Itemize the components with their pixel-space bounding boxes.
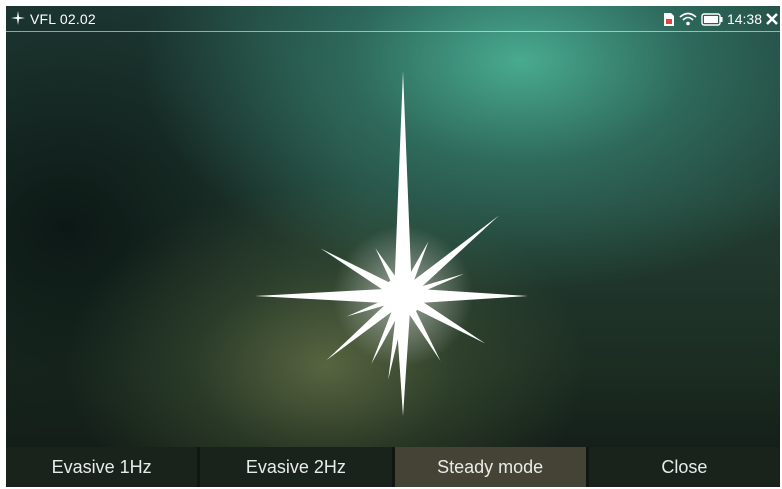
- mode-button-bar: Evasive 1Hz Evasive 2Hz Steady mode Clos…: [6, 447, 780, 487]
- app-window: VFL 02.02 14:38 Evasive 1Hz Evasive 2Hz …: [6, 6, 780, 487]
- laser-flare: [255, 71, 528, 416]
- steady-mode-button[interactable]: Steady mode: [394, 447, 586, 487]
- flare-ray: [394, 71, 412, 296]
- evasive-2hz-button[interactable]: Evasive 2Hz: [200, 447, 392, 487]
- evasive-1hz-button[interactable]: Evasive 1Hz: [6, 447, 198, 487]
- close-button[interactable]: Close: [588, 447, 780, 487]
